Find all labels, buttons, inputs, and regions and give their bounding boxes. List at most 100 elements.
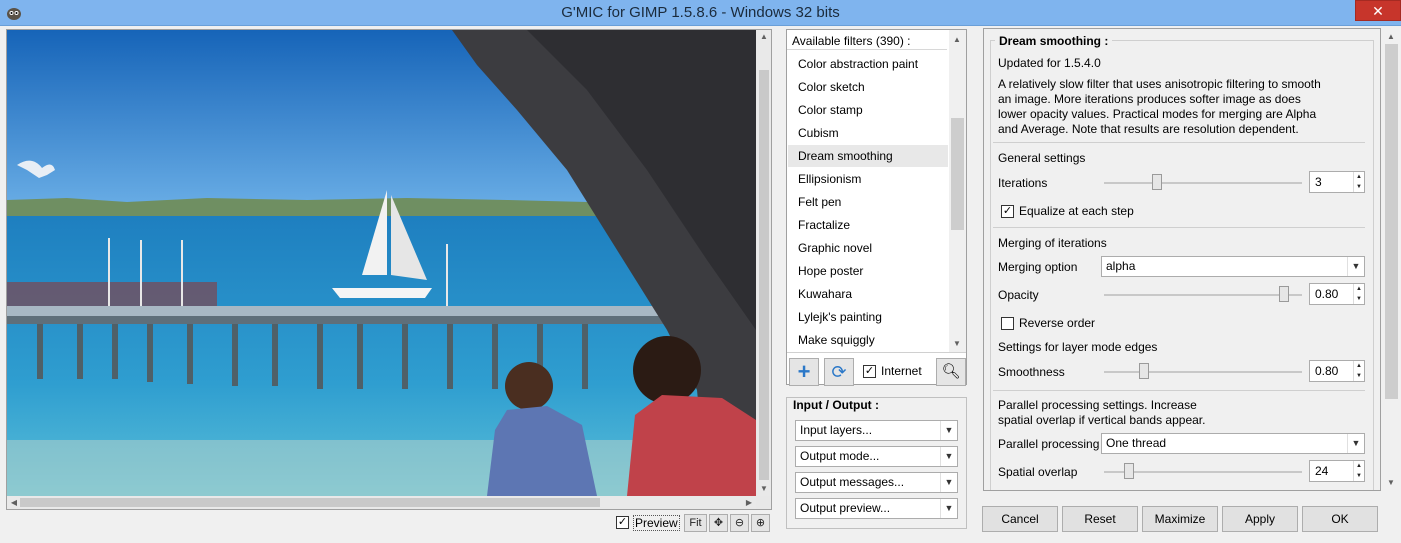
reverse-order-label: Reverse order: [1019, 316, 1096, 330]
opacity-slider-track[interactable]: [1104, 294, 1302, 296]
opacity-spinbox[interactable]: 0.80 ▲ ▼: [1309, 283, 1365, 305]
add-filter-button[interactable]: +: [789, 358, 819, 386]
filter-list-item[interactable]: Hope poster: [788, 260, 948, 282]
scroll-up-arrow-icon[interactable]: ▲: [1384, 30, 1398, 44]
chevron-down-icon: ▼: [1347, 257, 1364, 276]
smoothness-spinbox[interactable]: 0.80 ▲ ▼: [1309, 360, 1365, 382]
output-preview-select[interactable]: Output preview... ▼: [795, 498, 958, 519]
preview-checkbox[interactable]: ✓: [616, 516, 629, 529]
iterations-value[interactable]: 3: [1315, 175, 1322, 189]
equalize-label: Equalize at each step: [1019, 204, 1134, 218]
divider: [993, 227, 1365, 228]
description-line-2: an image. More iterations produces softe…: [998, 92, 1301, 106]
spin-arrows-icon[interactable]: ▲ ▼: [1353, 361, 1364, 381]
filter-list-item[interactable]: Color sketch: [788, 76, 948, 98]
smoothness-label: Smoothness: [998, 365, 1065, 379]
preview-label[interactable]: Preview: [633, 515, 680, 531]
chevron-down-icon: ▼: [940, 499, 957, 518]
filter-list-item[interactable]: Kuwahara: [788, 283, 948, 305]
merging-option-select[interactable]: alpha ▼: [1101, 256, 1365, 277]
equalize-checkbox[interactable]: ✓: [1001, 205, 1014, 218]
internet-label: Internet: [881, 364, 922, 378]
divider: [787, 49, 947, 50]
fit-button[interactable]: Fit: [684, 514, 707, 532]
parallel-processing-value: One thread: [1106, 436, 1167, 450]
window-title: G'MIC for GIMP 1.5.8.6 - Windows 32 bits: [561, 4, 840, 21]
filter-list-item[interactable]: Color stamp: [788, 99, 948, 121]
scroll-up-arrow-icon[interactable]: ▲: [757, 30, 771, 44]
zoom-filter-button[interactable]: 🔍︎: [936, 358, 966, 386]
spin-arrows-icon[interactable]: ▲ ▼: [1353, 461, 1364, 481]
preview-horizontal-scroll-thumb[interactable]: [20, 498, 600, 507]
iterations-spinbox[interactable]: 3 ▲ ▼: [1309, 171, 1365, 193]
output-messages-select[interactable]: Output messages... ▼: [795, 472, 958, 493]
input-layers-select[interactable]: Input layers... ▼: [795, 420, 958, 441]
parallel-processing-select[interactable]: One thread ▼: [1101, 433, 1365, 454]
filter-list-item[interactable]: Make squiggly: [788, 329, 948, 351]
smoothness-slider-handle[interactable]: [1139, 363, 1149, 379]
spin-arrows-icon[interactable]: ▲ ▼: [1353, 172, 1364, 192]
spin-arrows-icon[interactable]: ▲ ▼: [1353, 284, 1364, 304]
filter-list-item[interactable]: Cubism: [788, 122, 948, 144]
spatial-overlap-slider-handle[interactable]: [1124, 463, 1134, 479]
filter-title: Dream smoothing :: [995, 34, 1113, 48]
ok-button[interactable]: OK: [1302, 506, 1378, 532]
general-settings-label: General settings: [998, 151, 1086, 165]
reset-button[interactable]: Reset: [1062, 506, 1138, 532]
opacity-value[interactable]: 0.80: [1315, 287, 1338, 301]
plus-icon: +: [797, 359, 811, 384]
spatial-overlap-spinbox[interactable]: 24 ▲ ▼: [1309, 460, 1365, 482]
chevron-down-icon: ▼: [1347, 434, 1364, 453]
preview-image[interactable]: [7, 30, 756, 496]
filter-list-item[interactable]: Lylejk's painting: [788, 306, 948, 328]
spatial-overlap-value[interactable]: 24: [1315, 464, 1328, 478]
move-icon[interactable]: ✥: [709, 514, 728, 532]
merging-option-value: alpha: [1106, 259, 1136, 273]
io-select-value: Output mode...: [800, 449, 880, 463]
edges-settings-label: Settings for layer mode edges: [998, 340, 1158, 354]
filter-list-item[interactable]: Dream smoothing: [788, 145, 948, 167]
apply-button[interactable]: Apply: [1222, 506, 1298, 532]
output-mode-select[interactable]: Output mode... ▼: [795, 446, 958, 467]
divider: [787, 352, 966, 353]
scroll-down-arrow-icon[interactable]: ▼: [757, 482, 771, 496]
zoom-out-icon[interactable]: ⊖: [730, 514, 749, 532]
close-button[interactable]: ✕: [1355, 0, 1401, 21]
updated-text: Updated for 1.5.4.0: [998, 56, 1101, 70]
iterations-slider-handle[interactable]: [1152, 174, 1162, 190]
smoothness-value[interactable]: 0.80: [1315, 364, 1338, 378]
reverse-order-checkbox[interactable]: [1001, 317, 1014, 330]
io-select-value: Output preview...: [800, 501, 891, 515]
cancel-button[interactable]: Cancel: [982, 506, 1058, 532]
scroll-down-arrow-icon[interactable]: ▼: [1384, 476, 1398, 490]
merging-label: Merging of iterations: [998, 236, 1107, 250]
maximize-button[interactable]: Maximize: [1142, 506, 1218, 532]
filter-list-item[interactable]: Fractalize: [788, 214, 948, 236]
chevron-down-icon: ▼: [940, 447, 957, 466]
merging-option-label: Merging option: [998, 260, 1078, 274]
filter-list-item[interactable]: Graphic novel: [788, 237, 948, 259]
refresh-icon: ⟳: [831, 362, 847, 382]
opacity-label: Opacity: [998, 288, 1039, 302]
filter-list-item[interactable]: Color abstraction paint: [788, 53, 948, 75]
preview-vertical-scroll-thumb[interactable]: [759, 70, 769, 480]
smoothness-slider-track[interactable]: [1104, 371, 1302, 373]
settings-scroll-thumb[interactable]: [1385, 44, 1398, 399]
refresh-filters-button[interactable]: ⟳: [824, 358, 854, 386]
scroll-left-arrow-icon[interactable]: ◀: [7, 496, 21, 510]
zoom-in-icon[interactable]: ⊕: [751, 514, 770, 532]
scroll-right-arrow-icon[interactable]: ▶: [742, 496, 756, 510]
zoom-icon: 🔍︎: [941, 363, 961, 380]
io-select-value: Input layers...: [800, 423, 873, 437]
filter-list-item[interactable]: Ellipsionism: [788, 168, 948, 190]
filter-list-item[interactable]: Felt pen: [788, 191, 948, 213]
scroll-down-arrow-icon[interactable]: ▼: [950, 337, 964, 351]
iterations-slider-track[interactable]: [1104, 182, 1302, 184]
opacity-slider-handle[interactable]: [1279, 286, 1289, 302]
filter-list-header: Available filters (390) :: [792, 34, 911, 48]
filter-list-scroll-thumb[interactable]: [951, 118, 964, 230]
description-line-4: and Average. Note that results are resol…: [998, 122, 1299, 136]
scroll-up-arrow-icon[interactable]: ▲: [950, 33, 964, 47]
divider: [993, 142, 1365, 143]
internet-checkbox[interactable]: ✓: [863, 365, 876, 378]
